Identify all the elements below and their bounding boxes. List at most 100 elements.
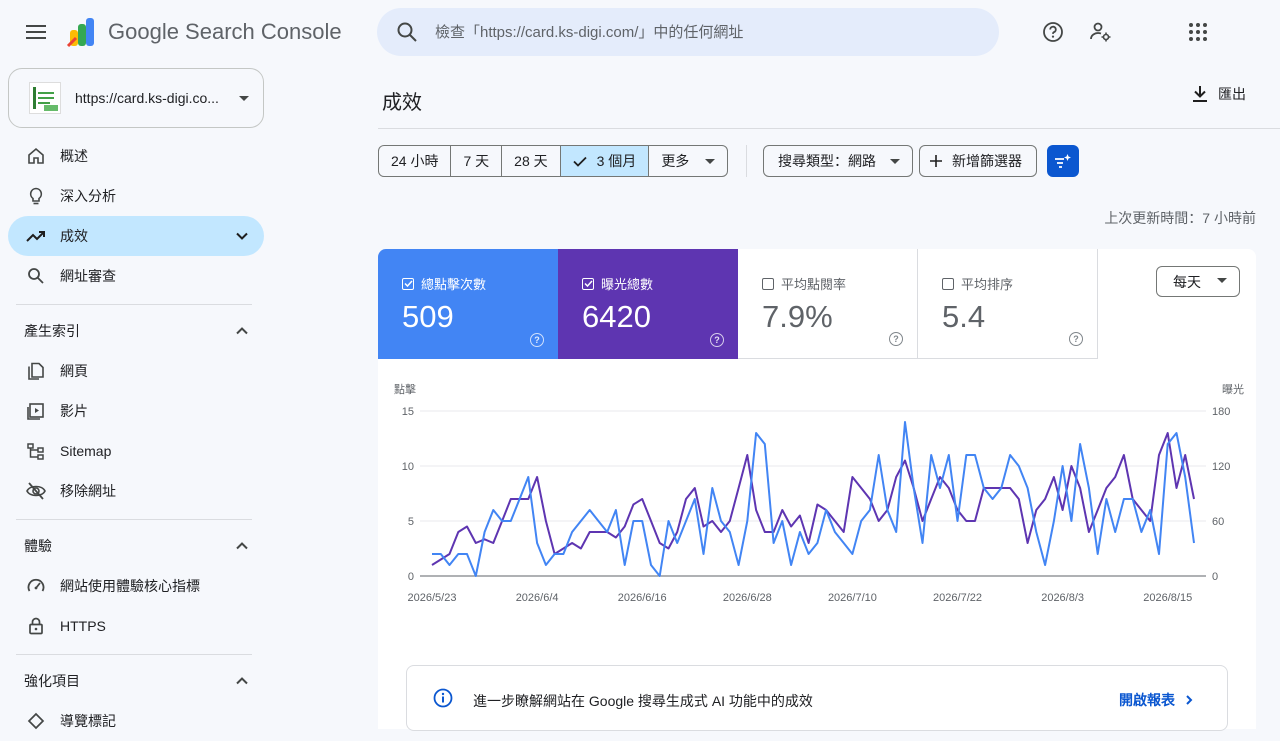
ai-banner-text: 進一步瞭解網站在 Google 搜尋生成式 AI 功能中的成效	[473, 693, 813, 709]
x-tick-label: 2026/6/28	[723, 592, 772, 604]
metric-total-clicks[interactable]: 總點擊次數 509 ?	[378, 249, 558, 359]
sidebar-section-enhancements[interactable]: 強化項目	[8, 663, 264, 699]
sidebar-item-removals[interactable]: 移除網址	[8, 471, 264, 511]
checkbox-checked-icon	[402, 277, 414, 290]
manage-account-icon	[1090, 22, 1111, 42]
date-range-more[interactable]: 更多	[649, 146, 727, 176]
x-tick-label: 2026/7/22	[933, 592, 982, 604]
sidebar-item-label: 移除網址	[60, 483, 116, 499]
header-divider	[378, 128, 1280, 129]
smart-filter-button[interactable]	[1047, 145, 1079, 177]
property-url: https://card.ks-digi.co...	[75, 90, 219, 106]
property-selector[interactable]: https://card.ks-digi.co...	[8, 68, 264, 128]
clicks-series-line	[432, 421, 1195, 577]
help-icon[interactable]: ?	[710, 333, 724, 347]
sitemap-icon	[27, 443, 44, 460]
sidebar-section-label: 體驗	[24, 538, 52, 554]
filter-sparkle-icon	[1055, 154, 1071, 168]
sidebar-item-label: 網站使用體驗核心指標	[60, 578, 200, 594]
check-icon	[572, 156, 587, 167]
x-tick-label: 2026/6/16	[618, 592, 667, 604]
y-left-tick-label: 5	[408, 516, 414, 528]
help-button[interactable]	[1037, 16, 1069, 48]
y-right-tick-label: 120	[1212, 461, 1230, 473]
ai-performance-banner: 進一步瞭解網站在 Google 搜尋生成式 AI 功能中的成效 開啟報表	[406, 665, 1228, 731]
chevron-up-icon	[236, 677, 248, 685]
metric-average-position[interactable]: 平均排序 5.4 ?	[918, 249, 1098, 359]
sidebar-item-videos[interactable]: 影片	[8, 391, 264, 431]
property-favicon	[29, 82, 61, 114]
url-inspection-search[interactable]	[377, 8, 999, 56]
metric-total-impressions[interactable]: 曝光總數 6420 ?	[558, 249, 738, 359]
checkbox-unchecked-icon	[762, 277, 774, 290]
speed-icon	[27, 578, 45, 592]
chevron-up-icon	[236, 542, 248, 550]
sidebar-item-insights[interactable]: 深入分析	[8, 176, 264, 216]
google-apps-button[interactable]	[1182, 16, 1214, 48]
help-icon[interactable]: ?	[530, 333, 544, 347]
metric-value: 7.9%	[762, 299, 833, 334]
sidebar-section-indexing[interactable]: 產生索引	[8, 313, 264, 349]
date-range-7d[interactable]: 7 天	[451, 146, 503, 176]
metric-average-ctr[interactable]: 平均點閱率 7.9% ?	[738, 249, 918, 359]
pages-icon	[28, 362, 44, 380]
metric-value: 509	[402, 299, 454, 334]
date-range-selector: 24 小時 7 天 28 天 3 個月 更多	[378, 145, 729, 177]
sidebar-item-pages[interactable]: 網頁	[8, 351, 264, 391]
sidebar-item-https[interactable]: HTTPS	[8, 606, 264, 646]
help-icon[interactable]: ?	[1069, 332, 1083, 346]
main-content: 成效 匯出 24 小時 7 天 28 天 3 個月 更多 搜尋類型：網路 新增篩…	[378, 64, 1280, 731]
hamburger-menu-icon	[26, 25, 46, 39]
add-filter-button[interactable]: 新增篩選器	[919, 145, 1037, 177]
app-brand-name: Google Search Console	[108, 19, 342, 44]
performance-chart: 點擊 曝光 0 5 10 15 0 60 120 180 2026/5/23 2026/6/4 2…	[394, 382, 1244, 604]
search-icon	[397, 22, 417, 42]
help-icon	[1043, 22, 1063, 42]
chevron-up-icon	[236, 327, 248, 335]
y-right-tick-label: 180	[1212, 406, 1230, 418]
sidebar-section-experience[interactable]: 體驗	[8, 528, 264, 564]
y-left-tick-label: 10	[402, 461, 414, 473]
search-type-filter[interactable]: 搜尋類型：網路	[763, 145, 913, 177]
help-icon[interactable]: ?	[889, 332, 903, 346]
trending-up-icon	[26, 231, 45, 242]
url-inspection-input[interactable]	[435, 23, 955, 41]
export-label: 匯出	[1218, 86, 1246, 102]
top-bar: Google Search Console	[0, 0, 1280, 64]
filter-separator	[746, 145, 747, 177]
export-button[interactable]: 匯出	[1192, 84, 1246, 104]
date-range-24h[interactable]: 24 小時	[379, 146, 452, 176]
date-range-28d[interactable]: 28 天	[502, 146, 561, 176]
sidebar-item-sitemap[interactable]: Sitemap	[8, 431, 264, 471]
interval-selector[interactable]: 每天	[1156, 266, 1240, 297]
search-console-logo-icon	[66, 18, 94, 48]
open-report-link[interactable]: 開啟報表	[1119, 690, 1197, 710]
sidebar-divider	[16, 654, 252, 655]
search-console-logo[interactable]: Google Search Console	[66, 16, 342, 48]
caret-down-icon	[1217, 278, 1227, 283]
sidebar-item-performance[interactable]: 成效	[8, 216, 264, 256]
video-icon	[27, 403, 44, 420]
sidebar-section-label: 產生索引	[24, 323, 80, 339]
performance-card: 總點擊次數 509 ? 曝光總數 6420 ? 平均點閱率 7.9% ? 平均排…	[378, 249, 1256, 731]
checkbox-checked-icon	[582, 277, 594, 290]
date-range-3m[interactable]: 3 個月	[560, 146, 650, 176]
sidebar-item-url-inspection[interactable]: 網址審查	[8, 256, 264, 296]
sidebar-item-label: 網址審查	[60, 268, 116, 284]
plus-icon	[930, 155, 942, 167]
sidebar-item-label: 概述	[60, 148, 88, 164]
sidebar-item-label: Sitemap	[60, 443, 112, 459]
user-settings-button[interactable]	[1085, 16, 1117, 48]
sidebar-item-breadcrumbs[interactable]: 導覽標記	[8, 701, 264, 741]
y-axis-right-label: 曝光	[1222, 382, 1244, 396]
sidebar-item-label: 成效	[60, 228, 88, 244]
sidebar-item-overview[interactable]: 概述	[8, 136, 264, 176]
sidebar-divider	[16, 519, 252, 520]
sidebar-item-label: 網頁	[60, 363, 88, 379]
main-menu-button[interactable]	[16, 12, 56, 52]
metric-value: 6420	[582, 299, 651, 334]
sidebar-item-core-web-vitals[interactable]: 網站使用體驗核心指標	[8, 566, 264, 606]
x-tick-label: 2026/8/3	[1041, 592, 1084, 604]
y-axis-left-label: 點擊	[394, 382, 416, 396]
sidebar-section-label: 強化項目	[24, 673, 80, 689]
